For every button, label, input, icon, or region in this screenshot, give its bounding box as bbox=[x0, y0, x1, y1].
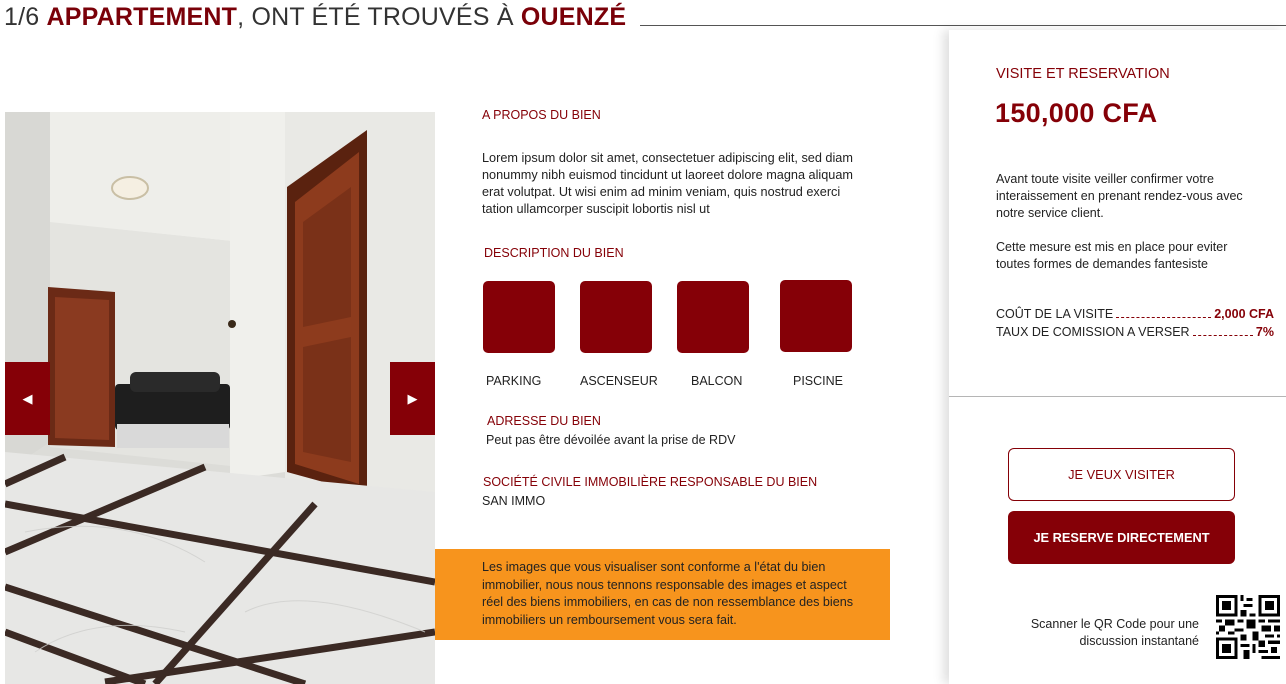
next-photo-button[interactable]: ▶ bbox=[390, 362, 435, 435]
about-text: Lorem ipsum dolor sit amet, consectetuer… bbox=[482, 151, 853, 216]
prev-photo-button[interactable]: ◀ bbox=[5, 362, 50, 435]
reserve-button[interactable]: JE RESERVE DIRECTEMENT bbox=[1008, 511, 1235, 564]
visit-cost-row: COÛT DE LA VISITE 2,000 CFA bbox=[996, 307, 1274, 321]
title-middle: , ONT ÉTÉ TROUVÉS À bbox=[237, 3, 514, 31]
photo-notice: Les images que vous visualiser sont conf… bbox=[435, 549, 890, 640]
visit-cost-label: COÛT DE LA VISITE bbox=[996, 307, 1114, 321]
notice-text: Les images que vous visualiser sont conf… bbox=[482, 560, 854, 627]
elevator-icon bbox=[580, 281, 652, 353]
arrow-left-icon: ◀ bbox=[22, 390, 33, 406]
parking-icon bbox=[483, 281, 555, 353]
panel-divider bbox=[949, 396, 1286, 397]
address-text: Peut pas être dévoilée avant la prise de… bbox=[486, 433, 736, 447]
dotted-leader bbox=[1116, 310, 1212, 318]
panel-title: VISITE ET RESERVATION bbox=[996, 66, 1170, 82]
policy-text: Cette mesure est mis en place pour evite… bbox=[996, 240, 1228, 271]
address-title: ADRESSE DU BIEN bbox=[487, 414, 601, 428]
photo-gallery[interactable]: ◀ ▶ bbox=[5, 112, 435, 684]
arrow-right-icon: ▶ bbox=[407, 390, 418, 406]
feature-label-elevator: ASCENSEUR bbox=[580, 374, 658, 388]
pool-icon bbox=[780, 280, 852, 352]
qr-code-icon[interactable] bbox=[1216, 595, 1280, 659]
dotted-leader bbox=[1192, 328, 1253, 336]
property-type: APPARTEMENT bbox=[46, 3, 238, 31]
price: 150,000 CFA bbox=[995, 98, 1158, 128]
feature-label-parking: PARKING bbox=[486, 374, 542, 388]
booking-panel: VISITE ET RESERVATION 150,000 CFA Avant … bbox=[949, 30, 1286, 684]
location-name: OUENZÉ bbox=[520, 3, 627, 31]
results-title: 1/6 APPARTEMENT, ONT ÉTÉ TROUVÉS À OUENZ… bbox=[4, 3, 626, 32]
feature-label-balcony: BALCON bbox=[691, 374, 743, 388]
commission-value: 7% bbox=[1255, 325, 1274, 339]
description-title: DESCRIPTION DU BIEN bbox=[484, 246, 624, 260]
visit-info-text: Avant toute visite veiller confirmer vot… bbox=[996, 172, 1243, 220]
about-title: A PROPOS DU BIEN bbox=[482, 108, 601, 122]
qr-caption: Scanner le QR Code pour une discussion i… bbox=[1030, 617, 1199, 648]
feature-label-pool: PISCINE bbox=[793, 374, 844, 388]
property-photo bbox=[5, 112, 435, 684]
header-divider bbox=[640, 25, 1286, 26]
agency-title: SOCIÉTÉ CIVILE IMMOBILIÈRE RESPONSABLE D… bbox=[483, 475, 818, 489]
result-count: 1/6 bbox=[4, 3, 40, 31]
visit-cost-value: 2,000 CFA bbox=[1214, 307, 1274, 321]
agency-name: SAN IMMO bbox=[482, 494, 546, 508]
balcony-icon bbox=[677, 281, 749, 353]
commission-label: TAUX DE COMISSION A VERSER bbox=[996, 325, 1190, 339]
visit-button[interactable]: JE VEUX VISITER bbox=[1008, 448, 1235, 501]
commission-row: TAUX DE COMISSION A VERSER 7% bbox=[996, 325, 1274, 339]
